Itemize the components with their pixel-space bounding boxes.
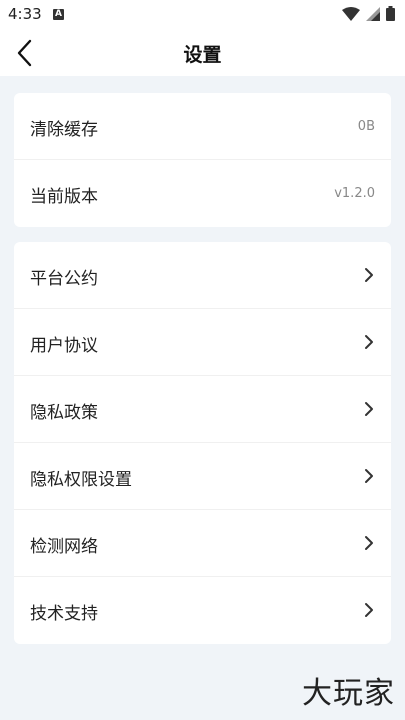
menu-item-label: 隐私政策 — [30, 403, 98, 423]
chevron-right-icon — [365, 469, 373, 483]
chevron-right-icon — [365, 335, 373, 349]
menu-item-label: 平台公约 — [30, 269, 98, 289]
menu-item-label: 技术支持 — [30, 604, 98, 624]
menu-item-label: 用户协议 — [30, 336, 98, 356]
current-version-label: 当前版本 — [30, 187, 98, 207]
chevron-right-icon — [365, 402, 373, 416]
menu-item-tech-support[interactable]: 技术支持 — [14, 577, 391, 644]
cache-size-value: 0B — [357, 119, 375, 134]
status-icons — [342, 6, 395, 21]
menu-item-label: 检测网络 — [30, 537, 98, 557]
menu-item-platform-convention[interactable]: 平台公约 — [14, 242, 391, 309]
chevron-right-icon — [365, 536, 373, 550]
status-time: 4:33 — [8, 5, 42, 23]
page-title: 设置 — [183, 44, 222, 66]
menu-item-user-agreement[interactable]: 用户协议 — [14, 309, 391, 376]
chevron-right-icon — [365, 268, 373, 282]
watermark-logo: 大玩家 — [302, 676, 395, 711]
version-value: v1.2.0 — [334, 186, 375, 201]
notification-icon: A — [53, 9, 64, 20]
menu-item-network-check[interactable]: 检测网络 — [14, 510, 391, 577]
battery-icon — [386, 6, 395, 21]
clear-cache-label: 清除缓存 — [30, 120, 98, 140]
status-bar: 4:33 A — [0, 0, 405, 30]
top-bar: 设置 — [0, 30, 405, 76]
current-version-row: 当前版本 v1.2.0 — [14, 160, 391, 227]
menu-item-label: 隐私权限设置 — [30, 470, 132, 490]
wifi-icon — [342, 6, 360, 21]
settings-menu-card: 平台公约 用户协议 隐私政策 隐私权限设置 检测网络 技术支持 — [14, 242, 391, 644]
menu-item-privacy-permissions[interactable]: 隐私权限设置 — [14, 443, 391, 510]
signal-icon — [366, 6, 380, 21]
menu-item-privacy-policy[interactable]: 隐私政策 — [14, 376, 391, 443]
clear-cache-row[interactable]: 清除缓存 0B — [14, 93, 391, 160]
chevron-right-icon — [365, 603, 373, 617]
cache-card: 清除缓存 0B 当前版本 v1.2.0 — [14, 93, 391, 227]
